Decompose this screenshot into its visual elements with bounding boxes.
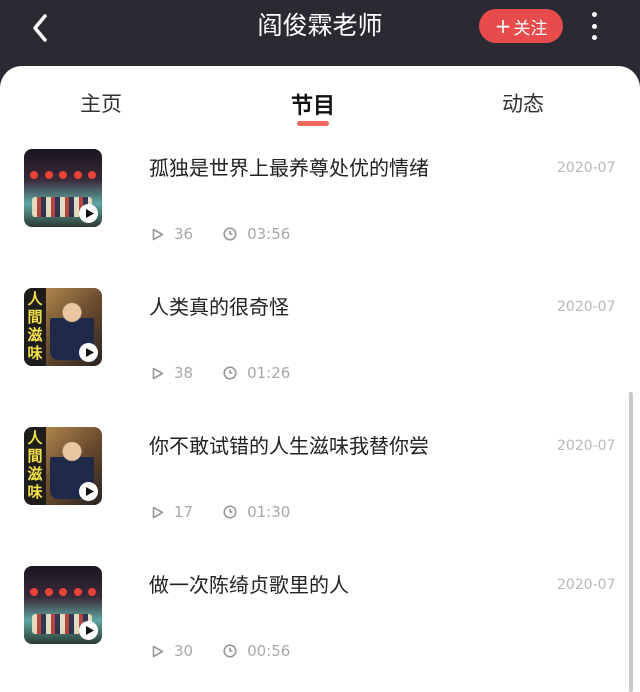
clock-icon: [223, 227, 237, 241]
content-panel: 主页 节目 动态 孤独是世界上最养尊处优的情绪 2020-07 36 03:56: [0, 66, 640, 692]
more-dot-icon: [591, 12, 597, 17]
thumbnail: [24, 566, 102, 644]
program-date: 2020-07: [557, 577, 616, 593]
program-title: 人类真的很奇怪: [149, 295, 289, 319]
program-date: 2020-07: [557, 299, 616, 315]
play-count-icon: [152, 367, 164, 379]
play-icon: [79, 621, 98, 640]
clock-icon: [223, 505, 237, 519]
play-count: 36: [174, 225, 194, 243]
program-meta: 30 00:56: [152, 642, 290, 660]
program-list: 孤独是世界上最养尊处优的情绪 2020-07 36 03:56 人間滋味 人类真…: [0, 136, 640, 692]
program-date: 2020-07: [557, 160, 616, 176]
more-button[interactable]: [582, 10, 606, 42]
play-icon: [79, 204, 98, 223]
tab-bar: 主页 节目 动态: [0, 66, 640, 136]
tab-programs[interactable]: 节目: [253, 88, 373, 120]
follow-label: 关注: [513, 18, 548, 39]
program-meta: 38 01:26: [152, 364, 290, 382]
play-icon: [79, 343, 98, 362]
play-count: 30: [174, 642, 194, 660]
program-title: 做一次陈绮贞歌里的人: [149, 573, 349, 597]
plus-icon: +: [494, 14, 512, 38]
clock-icon: [223, 644, 237, 658]
play-count: 38: [174, 364, 194, 382]
tab-home[interactable]: 主页: [41, 88, 161, 118]
program-meta: 17 01:30: [152, 503, 290, 521]
thumbnail: [24, 149, 102, 227]
follow-button[interactable]: + 关注: [479, 9, 563, 43]
program-date: 2020-07: [557, 438, 616, 454]
duration: 00:56: [247, 642, 291, 660]
scrollbar[interactable]: [629, 392, 633, 692]
play-icon: [79, 482, 98, 501]
program-title: 你不敢试错的人生滋味我替你尝: [149, 434, 429, 458]
play-count: 17: [174, 503, 194, 521]
thumbnail: 人間滋味: [24, 288, 102, 366]
list-item[interactable]: 人間滋味 人类真的很奇怪 2020-07 38 01:26: [0, 275, 640, 414]
play-count-icon: [152, 645, 164, 657]
play-count-icon: [152, 506, 164, 518]
program-title: 孤独是世界上最养尊处优的情绪: [149, 156, 429, 180]
duration: 03:56: [247, 225, 291, 243]
list-item[interactable]: 做一次陈绮贞歌里的人 2020-07 30 00:56: [0, 553, 640, 692]
list-item[interactable]: 孤独是世界上最养尊处优的情绪 2020-07 36 03:56: [0, 136, 640, 275]
duration: 01:30: [247, 503, 291, 521]
thumbnail: 人間滋味: [24, 427, 102, 505]
list-item[interactable]: 人間滋味 你不敢试错的人生滋味我替你尝 2020-07 17 01:30: [0, 414, 640, 553]
more-dot-icon: [591, 35, 597, 40]
duration: 01:26: [247, 364, 291, 382]
play-count-icon: [152, 228, 164, 240]
tab-activity[interactable]: 动态: [463, 88, 583, 118]
clock-icon: [223, 366, 237, 380]
program-meta: 36 03:56: [152, 225, 290, 243]
more-dot-icon: [591, 23, 597, 29]
active-tab-indicator: [297, 121, 329, 126]
top-bar: 阎俊霖老师 + 关注: [0, 0, 640, 66]
